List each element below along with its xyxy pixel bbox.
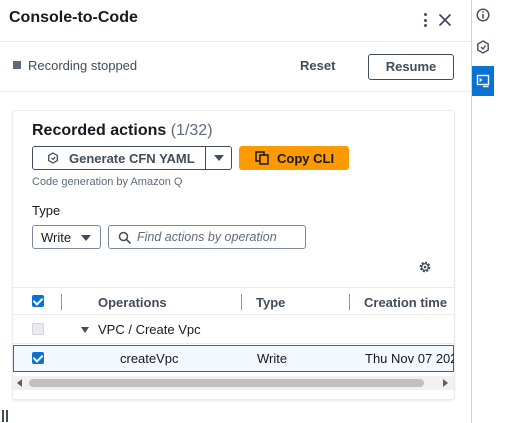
recorded-actions-table: Operations Type Creation time VPC / Crea… [13,287,454,379]
column-header-creation-time[interactable]: Creation time [364,295,447,310]
close-icon[interactable] [437,12,453,28]
reset-button[interactable]: Reset [300,58,335,73]
amazon-q-icon [48,152,58,164]
rail-item-console-to-code[interactable] [472,66,494,96]
search-icon [118,231,131,244]
type-filter-select[interactable]: Write [32,225,101,249]
creation-time-cell: Thu Nov 07 202 [365,351,455,366]
code-generation-note: Code generation by Amazon Q [32,176,183,188]
table-group-row: VPC / Create Vpc [13,315,454,344]
column-divider[interactable] [349,294,350,310]
column-divider[interactable] [241,294,242,310]
search-input[interactable] [137,228,303,246]
expand-caret-icon[interactable] [81,327,89,333]
copy-cli-button[interactable]: Copy CLI [239,146,349,170]
type-filter-value: Write [41,230,72,245]
generate-cfn-yaml-label: Generate CFN YAML [69,150,195,166]
column-header-operations[interactable]: Operations [98,295,167,310]
resume-button[interactable]: Resume [368,54,454,80]
column-divider [61,294,62,310]
recording-status: Recording stopped [28,58,138,73]
recorded-actions-card: Recorded actions (1/32) Generate CFN YAM… [12,110,455,400]
copy-cli-label: Copy CLI [277,150,335,166]
generate-cfn-yaml-button[interactable]: Generate CFN YAML [33,147,205,169]
column-header-type[interactable]: Type [256,295,285,310]
side-rail [472,0,525,423]
group-label: VPC / Create Vpc [98,322,201,337]
info-icon [476,8,490,22]
table-header: Operations Type Creation time [13,287,454,315]
rail-item-info[interactable] [472,0,494,30]
operation-search [108,225,306,249]
split-button-divider [205,147,206,169]
generate-cfn-button-group: Generate CFN YAML [32,146,232,170]
copy-icon [255,151,269,165]
scroll-right-arrow-icon[interactable] [443,379,448,387]
console-to-code-icon [476,74,490,88]
group-checkbox [32,323,44,335]
resize-handle-icon[interactable] [2,410,8,422]
scroll-left-arrow-icon[interactable] [17,379,22,387]
stop-icon [13,61,21,69]
vertical-ellipsis-icon[interactable] [419,11,431,29]
console-to-code-panel: Console-to-Code Recording stopped Reset … [0,0,471,423]
scrollbar-thumb[interactable] [29,379,424,387]
caret-down-icon [81,235,91,241]
recorded-actions-count: (1/32) [170,122,213,139]
panel-header: Console-to-Code [0,0,471,42]
recorded-actions-title: Recorded actions [32,122,167,139]
horizontal-scrollbar[interactable] [13,376,454,390]
type-cell: Write [257,351,288,366]
row-checkbox[interactable] [32,352,44,364]
type-filter-label: Type [32,203,61,218]
panel-title: Console-to-Code [9,9,138,26]
recorded-actions-heading: Recorded actions (1/32) [32,122,213,140]
table-row[interactable]: createVpc Write Thu Nov 07 202 [13,345,454,372]
gear-icon[interactable] [417,259,433,275]
rail-item-amazon-q[interactable] [472,32,494,62]
chevron-down-icon[interactable] [214,155,224,161]
hexagon-icon [477,40,489,54]
select-all-checkbox[interactable] [32,295,44,307]
operation-cell: createVpc [120,351,179,366]
recording-status-bar: Recording stopped Reset Resume [0,42,471,92]
